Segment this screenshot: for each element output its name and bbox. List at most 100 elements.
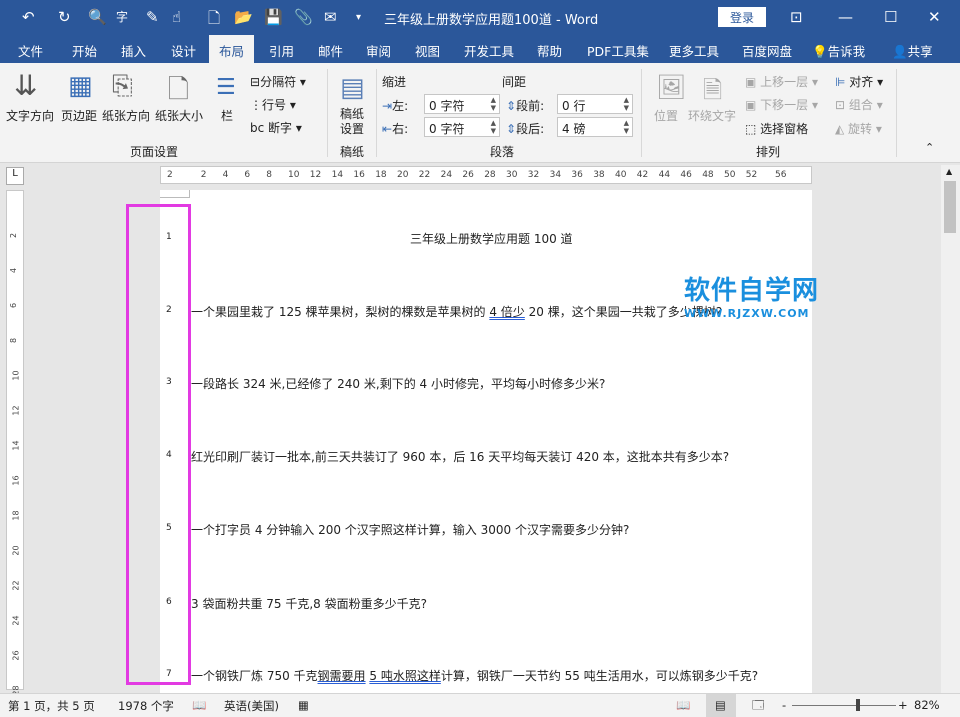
spacing-after-input[interactable]: 4 磅▲▼ (557, 117, 633, 137)
open-icon[interactable]: 📂 (234, 8, 253, 26)
undo-icon[interactable]: ↶ (22, 8, 35, 26)
grammar-underlined-text: 4 倍少 (489, 305, 524, 319)
orientation-icon: ⎘ (112, 71, 133, 102)
text-direction-button[interactable]: 文字方向 (6, 107, 54, 124)
tab-insert[interactable]: 插入 (121, 41, 146, 60)
position-button[interactable]: 位置 (654, 107, 678, 124)
margins-button[interactable]: 页边距 (61, 107, 97, 124)
print-layout-icon[interactable]: ▤ (706, 694, 736, 717)
tab-help[interactable]: 帮助 (537, 41, 562, 60)
read-mode-icon[interactable]: 📖 (676, 698, 690, 712)
ruler-tick-label: 12 (310, 170, 321, 180)
touch-mode-icon[interactable]: ☝ (172, 8, 181, 26)
email-icon[interactable]: ✉ (324, 8, 337, 26)
ruler-tick-label: 12 (12, 405, 21, 415)
size-button[interactable]: 纸张大小 (155, 107, 203, 124)
tab-review[interactable]: 审阅 (366, 41, 391, 60)
tab-developer[interactable]: 开发工具 (464, 41, 514, 60)
word-count[interactable]: 1978 个字 (118, 698, 174, 714)
indent-right-label: ⇤右: (382, 120, 408, 137)
indent-left-input[interactable]: 0 字符▲▼ (424, 94, 500, 114)
bring-forward-button[interactable]: ▣ 上移一层 ▾ (745, 73, 818, 90)
collapse-ribbon-icon[interactable]: ⌃ (925, 141, 934, 154)
web-layout-icon[interactable]: 🗔 (752, 698, 764, 717)
tab-view[interactable]: 视图 (415, 41, 440, 60)
scroll-up-icon[interactable]: ▲ (946, 167, 952, 176)
redo-icon[interactable]: ↻ (58, 8, 71, 26)
zoom-slider-thumb[interactable] (856, 699, 860, 711)
manuscript-settings-button[interactable]: 稿纸设置 (340, 107, 368, 137)
scroll-thumb[interactable] (944, 181, 956, 233)
save-icon[interactable]: 💾 (264, 8, 283, 26)
page-count[interactable]: 第 1 页，共 5 页 (8, 698, 95, 714)
question-line[interactable]: 3 袋面粉共重 75 千克,8 袋面粉重多少千克? (191, 595, 427, 612)
wrap-text-button[interactable]: 环绕文字 (688, 107, 736, 124)
tab-references[interactable]: 引用 (269, 41, 294, 60)
orientation-button[interactable]: 纸张方向 (102, 107, 150, 124)
document-title: 三年级上册数学应用题100道 - Word (384, 9, 598, 28)
ruler-tick-label: 18 (12, 510, 21, 520)
question-line[interactable]: 一个打字员 4 分钟输入 200 个汉字照这样计算，输入 3000 个汉字需要多… (191, 521, 629, 538)
tell-me[interactable]: 💡告诉我 (812, 41, 865, 60)
ruler-tick-label: 22 (419, 170, 430, 180)
share-button[interactable]: 👤共享 (892, 41, 933, 60)
tab-pdf[interactable]: PDF工具集 (587, 41, 649, 60)
proofing-icon[interactable]: 📖 (192, 698, 206, 712)
question-line[interactable]: 红光印刷厂装订一批本,前三天共装订了 960 本，后 16 天平均每天装订 42… (191, 448, 729, 465)
close-icon[interactable]: ✕ (928, 8, 941, 26)
rotate-button[interactable]: ◭ 旋转 ▾ (835, 120, 882, 137)
tab-selector[interactable]: L (6, 167, 24, 185)
zoom-in-button[interactable]: + (898, 698, 908, 712)
minimize-icon[interactable]: — (838, 8, 853, 26)
columns-button[interactable]: 栏 (221, 107, 233, 124)
ruler-tick-label: 40 (615, 170, 626, 180)
document-page[interactable]: 三年级上册数学应用题 100 道 12一个果园里栽了 125 棵苹果树，梨树的棵… (160, 190, 812, 695)
language[interactable]: 英语(美国) (224, 698, 279, 714)
send-backward-button[interactable]: ▣ 下移一层 ▾ (745, 96, 818, 113)
vertical-scrollbar[interactable]: ▲ (941, 165, 960, 693)
group-button[interactable]: ⊡ 组合 ▾ (835, 96, 883, 113)
manuscript-group-label: 稿纸 (340, 143, 364, 160)
question-line[interactable]: 一个果园里栽了 125 棵苹果树，梨树的棵数是苹果树的 4 倍少 20 棵，这个… (191, 303, 722, 320)
indent-right-input[interactable]: 0 字符▲▼ (424, 117, 500, 137)
tab-file[interactable]: 文件 (18, 41, 43, 60)
login-button[interactable]: 登录 (718, 7, 766, 27)
new-icon[interactable]: 🗋 (208, 8, 220, 33)
tab-more-tools[interactable]: 更多工具 (669, 41, 719, 60)
line-number-highlight-box (126, 204, 191, 685)
horizontal-ruler[interactable]: 2246810121416182022242628303234363840424… (160, 166, 812, 184)
breaks-button[interactable]: ⊟分隔符 ▾ (250, 73, 306, 90)
tab-design[interactable]: 设计 (171, 41, 196, 60)
zoom-slider[interactable] (792, 705, 896, 706)
line-text: 计算，钢铁厂一天节约 55 吨生活用水，可以炼钢多少千克? (441, 669, 758, 683)
line-text: 一段路长 324 米,已经修了 240 米,剩下的 4 小时修完，平均每小时修多… (191, 377, 605, 391)
maximize-icon[interactable]: ☐ (884, 8, 897, 26)
tab-layout[interactable]: 布局 (209, 35, 254, 63)
print-preview-icon[interactable]: 🔍 (88, 8, 107, 26)
attach-icon[interactable]: 📎 (294, 8, 313, 26)
macro-icon[interactable]: ▦ (298, 698, 309, 712)
vertical-ruler[interactable]: 246810121416182022242628 (6, 190, 24, 690)
zoom-out-button[interactable]: - (782, 698, 786, 712)
document-title-text[interactable]: 三年级上册数学应用题 100 道 (410, 230, 573, 247)
align-button[interactable]: ⊫ 对齐 ▾ (835, 73, 883, 90)
ruler-tick-label: 6 (9, 303, 18, 308)
line-text: 3 袋面粉共重 75 千克,8 袋面粉重多少千克? (191, 597, 427, 611)
customize-icon[interactable]: ▾ (356, 12, 361, 23)
spelling-icon[interactable]: 字 (116, 8, 128, 25)
zoom-level[interactable]: 82% (914, 698, 940, 712)
ruler-tick-label: 36 (571, 170, 582, 180)
tab-baidu[interactable]: 百度网盘 (742, 41, 792, 60)
question-line[interactable]: 一段路长 324 米,已经修了 240 米,剩下的 4 小时修完，平均每小时修多… (191, 375, 605, 392)
tab-home[interactable]: 开始 (72, 41, 97, 60)
page-setup-group-label: 页面设置 (130, 143, 178, 160)
line-numbers-button[interactable]: ⋮行号 ▾ (250, 96, 296, 113)
ruler-tick-label: 24 (12, 615, 21, 625)
hyphenation-button[interactable]: bc 断字 ▾ (250, 119, 302, 136)
edit-icon[interactable]: ✎ (146, 8, 159, 26)
ribbon-display-icon[interactable]: ⊡ (790, 8, 803, 26)
question-line[interactable]: 一个钢铁厂炼 750 千克钢需要用 5 吨水照这样计算，钢铁厂一天节约 55 吨… (191, 667, 758, 684)
selection-pane-button[interactable]: ⬚ 选择窗格 (745, 120, 808, 137)
tab-mailings[interactable]: 邮件 (318, 41, 343, 60)
spacing-before-input[interactable]: 0 行▲▼ (557, 94, 633, 114)
